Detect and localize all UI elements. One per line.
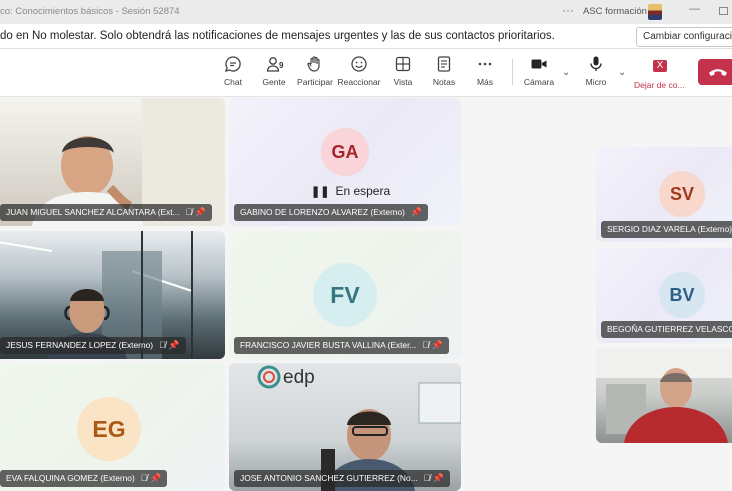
participant-name-tag: GABINO DE LORENZO ALVAREZ (Externo) 📌 bbox=[234, 204, 429, 221]
self-video bbox=[596, 348, 732, 443]
mic-off-pin-icons[interactable]: 🎙̸ 📌 bbox=[186, 204, 206, 221]
participant-tile-begona[interactable]: BV BEGOÑA GUTIERREZ VELASCO ... bbox=[596, 248, 732, 343]
phone-hangup-icon bbox=[709, 69, 727, 76]
participant-name: JESUS FERNANDEZ LOPEZ (Externo) bbox=[6, 340, 154, 350]
stop-sharing-icon[interactable]: X bbox=[653, 60, 667, 72]
participant-name: EVA FALQUINA GOMEZ (Externo) bbox=[6, 473, 135, 483]
participant-name-tag: JUAN MIGUEL SANCHEZ ALCANTARA (Ext... 🎙̸… bbox=[0, 204, 213, 221]
pause-icon: ❚❚ bbox=[311, 185, 330, 198]
participant-tile-jose-antonio[interactable]: edp JOSE ANTONIO SANCHEZ GUTIERREZ (No..… bbox=[229, 363, 461, 491]
mic-off-pin-icons[interactable]: 🎙̸ 📌 bbox=[141, 470, 161, 487]
people-label: Gente bbox=[262, 77, 286, 87]
raise-hand-icon bbox=[307, 56, 320, 72]
mic-off-pin-icons[interactable]: 🎙̸ 📌 bbox=[424, 470, 444, 487]
notes-button[interactable]: Notas bbox=[421, 53, 467, 87]
view-grid-icon bbox=[395, 56, 411, 72]
title-bar: co: Conocimientos básicos - Sesión 52874… bbox=[0, 0, 732, 24]
maximize-button[interactable] bbox=[719, 7, 728, 15]
mic-options-chevron-icon[interactable]: ⌄ bbox=[618, 67, 626, 78]
notes-icon bbox=[437, 56, 451, 72]
view-button[interactable]: Vista bbox=[380, 53, 426, 87]
participant-name-tag: BEGOÑA GUTIERREZ VELASCO ... bbox=[601, 321, 732, 338]
avatar: EG bbox=[77, 397, 141, 461]
camera-icon bbox=[531, 59, 547, 69]
more-icon bbox=[478, 62, 492, 66]
chat-label: Chat bbox=[224, 77, 242, 87]
participant-name: SERGIO DIAZ VARELA (Externo) bbox=[607, 224, 732, 234]
participant-name: FRANCISCO JAVIER BUSTA VALLINA (Exter... bbox=[240, 340, 417, 350]
on-hold-status: ❚❚ En espera bbox=[311, 184, 390, 198]
participant-tile-francisco[interactable]: FV FRANCISCO JAVIER BUSTA VALLINA (Exter… bbox=[229, 231, 461, 359]
react-label: Reaccionar bbox=[337, 77, 381, 87]
participant-name-tag: FRANCISCO JAVIER BUSTA VALLINA (Exter...… bbox=[234, 337, 449, 354]
on-hold-label: En espera bbox=[335, 184, 391, 198]
participant-name: JUAN MIGUEL SANCHEZ ALCANTARA (Ext... bbox=[6, 207, 180, 217]
raise-hand-button[interactable]: Participar bbox=[292, 53, 338, 87]
window-title: co: Conocimientos básicos - Sesión 52874 bbox=[0, 6, 180, 17]
participant-tile-sergio[interactable]: SV SERGIO DIAZ VARELA (Externo) bbox=[596, 147, 732, 242]
mic-button[interactable]: Micro bbox=[573, 53, 619, 87]
chat-icon bbox=[225, 56, 241, 72]
microphone-icon bbox=[590, 56, 602, 71]
pin-icon[interactable]: 📌 bbox=[411, 204, 422, 221]
view-label: Vista bbox=[393, 77, 413, 87]
camera-button[interactable]: Cámara bbox=[516, 53, 562, 87]
raise-hand-label: Participar bbox=[297, 77, 333, 87]
chat-button[interactable]: Chat bbox=[210, 53, 256, 87]
smiley-icon bbox=[351, 56, 367, 72]
participant-tile-gabino[interactable]: GA ❚❚ En espera GABINO DE LORENZO ALVARE… bbox=[229, 98, 461, 226]
avatar: FV bbox=[313, 263, 377, 327]
participant-name-tag: EVA FALQUINA GOMEZ (Externo) 🎙̸ 📌 bbox=[0, 470, 168, 487]
participant-tile-jesus[interactable]: JESUS FERNANDEZ LOPEZ (Externo) 🎙̸ 📌 bbox=[0, 231, 225, 359]
people-button[interactable]: 9 Gente bbox=[251, 53, 297, 87]
participant-tile-eva[interactable]: EG EVA FALQUINA GOMEZ (Externo) 🎙̸ 📌 bbox=[0, 363, 225, 491]
participant-name: JOSE ANTONIO SANCHEZ GUTIERREZ (No... bbox=[240, 473, 418, 483]
more-button[interactable]: Más bbox=[462, 53, 508, 87]
notification-banner: do en No molestar. Solo obtendrá las not… bbox=[0, 24, 732, 49]
participant-name: BEGOÑA GUTIERREZ VELASCO ... bbox=[607, 324, 732, 334]
hang-up-button[interactable] bbox=[698, 59, 732, 85]
mic-label: Micro bbox=[585, 77, 607, 87]
participant-name-tag: JOSE ANTONIO SANCHEZ GUTIERREZ (No... 🎙̸… bbox=[234, 470, 451, 487]
organization-name[interactable]: ASC formación bbox=[583, 6, 647, 17]
change-settings-button[interactable]: Cambiar configuración bbox=[636, 27, 732, 47]
mic-off-pin-icons[interactable]: 🎙̸ 📌 bbox=[159, 337, 179, 354]
participant-name-tag: JESUS FERNANDEZ LOPEZ (Externo) 🎙̸ 📌 bbox=[0, 337, 186, 354]
avatar: GA bbox=[321, 128, 369, 176]
participant-tile-juan-miguel[interactable]: JUAN MIGUEL SANCHEZ ALCANTARA (Ext... 🎙̸… bbox=[0, 98, 225, 226]
notes-label: Notas bbox=[432, 77, 456, 87]
avatar: SV bbox=[659, 171, 705, 217]
stop-sharing-label[interactable]: Dejar de co... bbox=[634, 80, 685, 90]
mic-off-pin-icons[interactable]: 🎙̸ 📌 bbox=[422, 337, 442, 354]
self-video-tile[interactable] bbox=[596, 348, 732, 443]
organization-logo[interactable] bbox=[648, 4, 662, 20]
edp-logo-text: edp bbox=[283, 367, 315, 388]
react-button[interactable]: Reaccionar bbox=[336, 53, 382, 87]
more-label: Más bbox=[476, 77, 494, 87]
people-count: 9 bbox=[279, 61, 284, 70]
participant-name: GABINO DE LORENZO ALVAREZ (Externo) bbox=[240, 207, 405, 217]
meeting-toolbar: Chat 9 Gente Participar Reaccionar Vista… bbox=[0, 49, 732, 97]
notification-message: do en No molestar. Solo obtendrá las not… bbox=[0, 30, 555, 42]
camera-label: Cámara bbox=[523, 77, 555, 87]
participant-name-tag: SERGIO DIAZ VARELA (Externo) bbox=[601, 221, 732, 238]
camera-options-chevron-icon[interactable]: ⌄ bbox=[562, 67, 570, 78]
toolbar-divider bbox=[512, 59, 513, 85]
more-options-icon[interactable]: ··· bbox=[562, 3, 574, 17]
avatar: BV bbox=[659, 272, 705, 318]
minimize-button[interactable]: — bbox=[689, 3, 700, 15]
